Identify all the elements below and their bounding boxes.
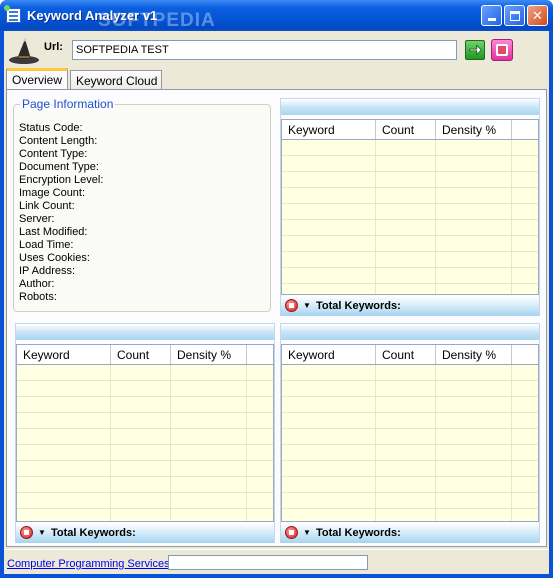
info-status-code: Status Code:: [19, 122, 83, 134]
info-load-time: Load Time:: [19, 239, 74, 251]
wizard-hat-logo: [9, 38, 39, 64]
info-content-length: Content Length:: [19, 135, 98, 147]
keyword-list-header: Keyword Count Density %: [281, 119, 539, 140]
stop-icon[interactable]: [285, 299, 298, 312]
close-icon: ✕: [532, 8, 543, 23]
watermark: SOFTPEDIA: [98, 10, 216, 31]
keyword-list[interactable]: [16, 365, 274, 522]
panel-header-band: [281, 324, 539, 340]
computer-programming-services-link[interactable]: Computer Programming Services: [7, 558, 170, 570]
info-image-count: Image Count:: [19, 187, 86, 199]
stop-icon: [496, 44, 508, 56]
keyword-list-header: Keyword Count Density %: [16, 344, 274, 365]
page-information-group: Page Information Status Code: Content Le…: [13, 97, 271, 312]
arrow-right-icon: [469, 44, 482, 56]
info-robots: Robots:: [19, 291, 57, 303]
column-density[interactable]: Density %: [436, 345, 512, 364]
maximize-icon: [509, 10, 520, 21]
keyword-list[interactable]: [281, 140, 539, 295]
info-content-type: Content Type:: [19, 148, 88, 160]
app-icon: [4, 5, 21, 23]
column-density[interactable]: Density %: [171, 345, 247, 364]
panel-footer: ▼ Total Keywords:: [16, 523, 274, 543]
page-info-list: Status Code: Content Length: Content Typ…: [19, 122, 103, 304]
status-bar: Computer Programming Services: [4, 549, 549, 574]
info-server: Server:: [19, 213, 55, 225]
tab-overview[interactable]: Overview: [6, 68, 68, 90]
stop-icon[interactable]: [20, 526, 33, 539]
keyword-list[interactable]: [281, 365, 539, 522]
client-area: Url: Overview Keyword Cloud Page Informa…: [4, 31, 549, 574]
stop-icon[interactable]: [285, 526, 298, 539]
stop-button[interactable]: [491, 39, 513, 61]
keyword-panel-top-right: Keyword Count Density % ▼ Total Keywords…: [280, 98, 540, 316]
info-author: Author:: [19, 278, 55, 290]
total-keywords-label: Total Keywords:: [316, 527, 401, 539]
app-window: Keyword Analyzer v1 SOFTPEDIA ✕ Url: Ove…: [0, 0, 553, 578]
overview-panel: Page Information Status Code: Content Le…: [6, 89, 547, 547]
panel-header-band: [16, 324, 274, 340]
panel-footer: ▼ Total Keywords:: [281, 523, 539, 543]
info-document-type: Document Type:: [19, 161, 99, 173]
keyword-list-header: Keyword Count Density %: [281, 344, 539, 365]
info-last-modified: Last Modified:: [19, 226, 88, 238]
column-count[interactable]: Count: [376, 345, 436, 364]
column-keyword[interactable]: Keyword: [282, 120, 376, 139]
go-button[interactable]: [465, 40, 485, 60]
dropdown-arrow-icon[interactable]: ▼: [38, 528, 46, 537]
minimize-icon: [487, 18, 496, 21]
panel-header-band: [281, 99, 539, 115]
column-keyword[interactable]: Keyword: [282, 345, 376, 364]
info-link-count: Link Count:: [19, 200, 75, 212]
dropdown-arrow-icon[interactable]: ▼: [303, 301, 311, 310]
total-keywords-label: Total Keywords:: [316, 300, 401, 312]
minimize-button[interactable]: [481, 5, 502, 26]
total-keywords-label: Total Keywords:: [51, 527, 136, 539]
title-bar[interactable]: Keyword Analyzer v1 SOFTPEDIA ✕: [0, 0, 553, 31]
column-density[interactable]: Density %: [436, 120, 512, 139]
dropdown-arrow-icon[interactable]: ▼: [303, 528, 311, 537]
url-input[interactable]: [72, 40, 457, 60]
panel-footer: ▼ Total Keywords:: [281, 296, 539, 316]
column-keyword[interactable]: Keyword: [17, 345, 111, 364]
tab-keyword-cloud[interactable]: Keyword Cloud: [70, 70, 162, 90]
status-progress-field: [168, 555, 368, 570]
maximize-button[interactable]: [504, 5, 525, 26]
info-uses-cookies: Uses Cookies:: [19, 252, 90, 264]
keyword-panel-bottom-right: Keyword Count Density % ▼ Total Keywords…: [280, 323, 540, 543]
info-ip-address: IP Address:: [19, 265, 76, 277]
close-button[interactable]: ✕: [527, 5, 548, 26]
column-count[interactable]: Count: [376, 120, 436, 139]
column-count[interactable]: Count: [111, 345, 171, 364]
info-encryption-level: Encryption Level:: [19, 174, 104, 186]
url-label: Url:: [44, 41, 63, 53]
keyword-panel-bottom-left: Keyword Count Density % ▼ Total Keywords…: [15, 323, 275, 543]
page-information-title: Page Information: [20, 97, 116, 111]
